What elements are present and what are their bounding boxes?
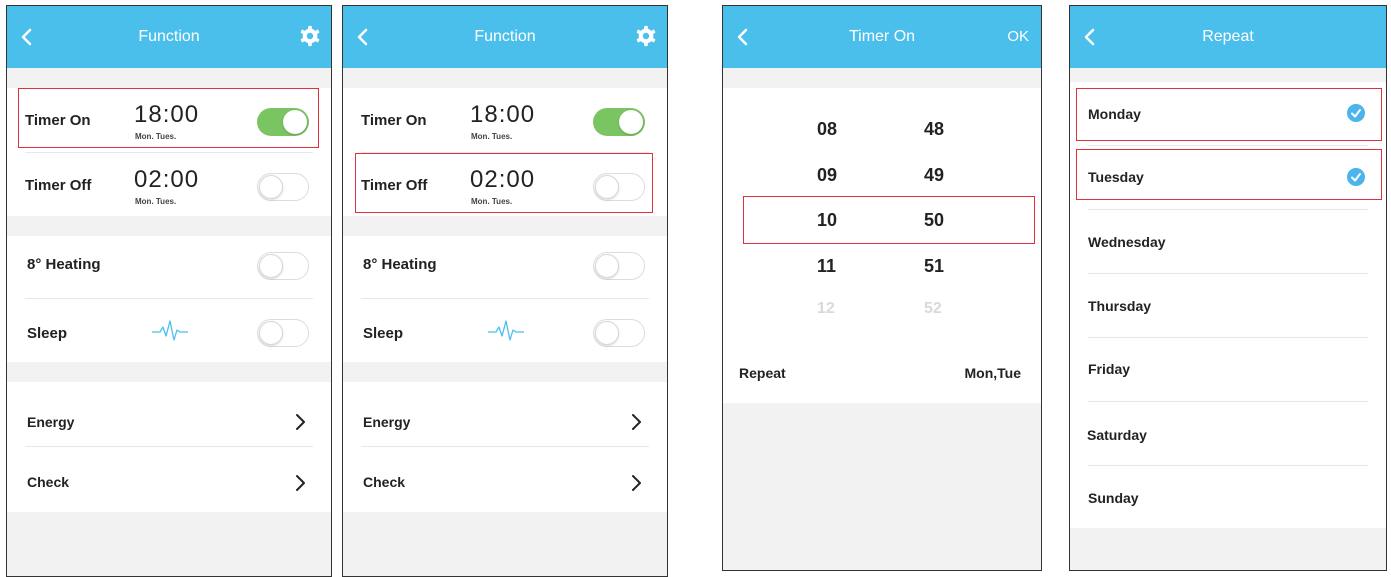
hour-option[interactable]: 09 [817, 165, 837, 186]
chevron-right-icon[interactable] [630, 413, 642, 431]
divider [25, 298, 313, 299]
day-label: Friday [1088, 361, 1131, 377]
timer-on-label: Timer On [361, 112, 427, 129]
info-section: Energy Check [343, 382, 667, 512]
sleep-label: Sleep [363, 325, 404, 342]
header: Function [343, 6, 667, 68]
timer-off-toggle[interactable] [257, 173, 309, 201]
minute-option[interactable]: 49 [924, 165, 944, 186]
day-row-sunday[interactable]: Sunday [1070, 466, 1386, 528]
repeat-value: Mon,Tue [964, 365, 1021, 381]
gear-icon[interactable] [635, 25, 657, 47]
pulse-wave-icon [152, 320, 188, 341]
sleep-toggle[interactable] [257, 319, 309, 347]
screen-title: Repeat [1202, 28, 1254, 45]
toggle-knob [259, 175, 283, 199]
heating-toggle[interactable] [257, 252, 309, 280]
header: Timer On OK [723, 6, 1041, 68]
day-label: Saturday [1087, 427, 1147, 443]
timer-off-label: Timer Off [25, 177, 92, 194]
day-row-friday[interactable]: Friday [1070, 338, 1386, 401]
highlight-box [1076, 149, 1382, 200]
highlight-box [355, 153, 653, 213]
divider [361, 298, 649, 299]
heating-label: 8° Heating [27, 256, 101, 273]
timer-on-toggle[interactable] [593, 108, 645, 136]
toggle-knob [619, 110, 643, 134]
timer-on-screen: Timer On OK 08 48 09 49 10 50 11 51 12 5… [722, 5, 1042, 571]
timer-on-time[interactable]: 18:00 [470, 101, 535, 129]
heating-label: 8° Heating [363, 256, 437, 273]
chevron-right-icon[interactable] [294, 474, 306, 492]
divider [25, 152, 313, 153]
mode-section: 8° Heating Sleep [7, 236, 331, 362]
screen-title: Function [474, 28, 536, 45]
day-row-wednesday[interactable]: Wednesday [1070, 210, 1386, 273]
toggle-knob [595, 254, 619, 278]
energy-label[interactable]: Energy [27, 414, 74, 430]
mode-section: 8° Heating Sleep [343, 236, 667, 362]
pulse-wave-icon [488, 320, 524, 341]
day-label: Thursday [1088, 298, 1152, 314]
day-row-thursday[interactable]: Thursday [1070, 274, 1386, 337]
timer-off-days: Mon. Tues. [135, 197, 177, 206]
repeat-label: Repeat [739, 365, 786, 381]
info-section: Energy Check [7, 382, 331, 512]
gear-icon[interactable] [299, 25, 321, 47]
chevron-right-icon[interactable] [294, 413, 306, 431]
minute-option[interactable]: 51 [924, 256, 944, 277]
hour-option[interactable]: 12 [817, 300, 835, 318]
timer-off-time[interactable]: 02:00 [134, 166, 199, 194]
toggle-knob [259, 254, 283, 278]
check-label[interactable]: Check [27, 474, 69, 490]
highlight-box [1076, 88, 1382, 141]
hour-option[interactable]: 11 [817, 256, 836, 277]
day-label: Wednesday [1088, 234, 1166, 250]
sleep-toggle[interactable] [593, 319, 645, 347]
screen-title: Timer On [848, 28, 916, 45]
heating-toggle[interactable] [593, 252, 645, 280]
divider [25, 446, 313, 447]
sleep-label: Sleep [27, 325, 68, 342]
header: Repeat [1070, 6, 1386, 68]
minute-option[interactable]: 48 [924, 119, 944, 140]
minute-option[interactable]: 52 [924, 300, 942, 318]
repeat-row[interactable]: Repeat Mon,Tue [723, 343, 1041, 403]
energy-label[interactable]: Energy [363, 414, 410, 430]
repeat-screen: Repeat Monday Tuesday Wednesday Thursday… [1069, 5, 1387, 571]
timer-on-days: Mon. Tues. [471, 132, 513, 141]
check-label[interactable]: Check [363, 474, 405, 490]
screen-title: Function [138, 28, 200, 45]
header: Function [7, 6, 331, 68]
divider [361, 446, 649, 447]
toggle-knob [259, 321, 283, 345]
function-screen-1: Function Timer On 18:00 Mon. Tues. Timer… [6, 5, 332, 577]
function-screen-2: Function Timer On 18:00 Mon. Tues. Timer… [342, 5, 668, 577]
highlight-box [18, 88, 319, 148]
chevron-right-icon[interactable] [630, 474, 642, 492]
highlight-box [743, 196, 1035, 244]
day-label: Sunday [1088, 490, 1139, 506]
day-row-saturday[interactable]: Saturday [1070, 402, 1386, 465]
ok-button[interactable]: OK [1007, 6, 1029, 68]
toggle-knob [595, 321, 619, 345]
hour-option[interactable]: 08 [817, 119, 837, 140]
